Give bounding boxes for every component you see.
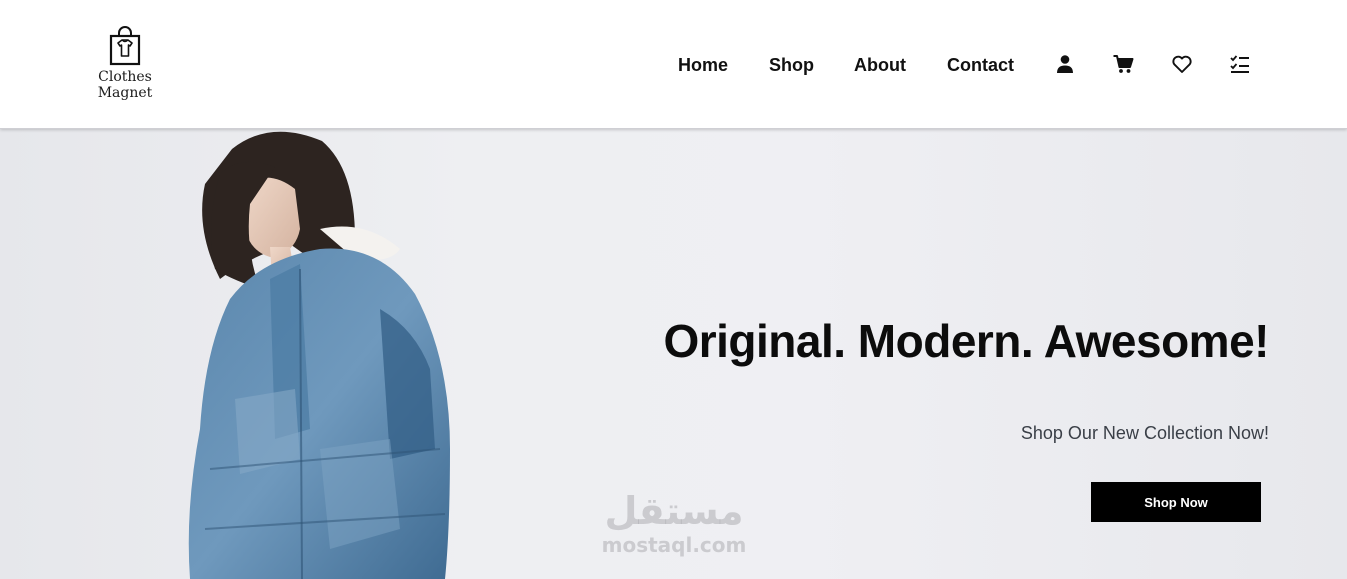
user-icon[interactable]: [1054, 53, 1076, 75]
logo[interactable]: Clothes Magnet: [92, 26, 158, 106]
site-header: Clothes Magnet Home Shop About Contact: [0, 0, 1347, 129]
logo-text-line1: Clothes: [98, 69, 152, 85]
nav-home[interactable]: Home: [678, 52, 728, 78]
cart-icon[interactable]: [1112, 53, 1134, 75]
nav-contact[interactable]: Contact: [947, 52, 1014, 78]
hero-headline: Original. Modern. Awesome!: [663, 315, 1269, 367]
checklist-icon[interactable]: [1229, 53, 1251, 75]
hero-subline: Shop Our New Collection Now!: [1020, 423, 1269, 443]
watermark-arabic: مستقل: [604, 489, 744, 533]
watermark: مستقل mostaql.com: [596, 489, 752, 571]
logo-text-line2: Magnet: [97, 85, 153, 101]
shopping-bag-shirt-icon: [109, 26, 141, 66]
nav-about[interactable]: About: [854, 52, 906, 78]
watermark-latin: mostaql.com: [601, 533, 747, 557]
heart-icon[interactable]: [1171, 53, 1193, 75]
hero-banner: Original. Modern. Awesome! Shop Our New …: [0, 129, 1347, 579]
nav-shop[interactable]: Shop: [769, 52, 814, 78]
hero-model-image: [188, 131, 450, 579]
shop-now-button[interactable]: Shop Now: [1091, 482, 1261, 522]
